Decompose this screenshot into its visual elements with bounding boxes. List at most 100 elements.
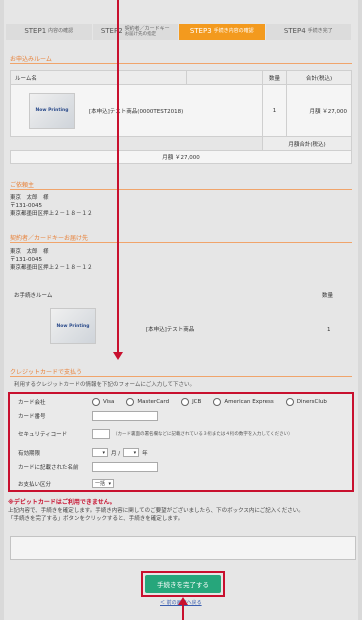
step-2-sub: お届け先の指定 [124,31,157,37]
holder-label: カードに記載された名前 [18,465,79,471]
card-option-label: Visa [103,399,115,405]
credit-section-title: クレジットカードで支払う [10,369,83,376]
step-1-label: 内容の確認 [48,28,74,35]
delivery-zip: 〒131-0045 [10,257,42,263]
delivery-item-qty: 1 [327,327,331,333]
card-option-diners[interactable]: DinersClub [285,398,327,406]
customer-address-block: 東京 太郎 様 〒131-0045 東京都墨田区押上２－１８－１２ [10,194,93,218]
confirm-text-1: 上記内容で、手続きを確定します。手続き内容に関してのご要望がございましたら、下の… [8,508,304,514]
card-company-options: Visa MasterCard JCB American Express Din… [92,398,335,406]
card-number-input[interactable] [92,411,158,421]
item-price: 月額 ￥27,000 [286,84,352,137]
payment-value: 一括 [95,481,106,487]
confirm-text: 上記内容で、手続きを確定します。手続き内容に関してのご要望がございましたら、下の… [8,507,348,523]
security-code-label: セキュリティコード [18,432,68,438]
item-cell: Now Printing [本申込]テスト商品(0000TEST2018) [10,84,263,137]
col-qty: 数量 [262,70,287,85]
customer-zip: 〒131-0045 [10,203,42,209]
col-room: ルーム名 [10,70,187,85]
security-code-input[interactable] [92,429,110,439]
step-4: STEP4 手続き完了 [265,24,351,40]
request-textarea[interactable] [10,536,356,560]
payment-label: お支払い区分 [18,481,52,488]
monthly-total-header: 月額合計(税込) [262,136,352,151]
card-option-label: MasterCard [137,399,170,405]
monthly-total: 月額 ￥27,000 [10,150,352,164]
arrow-up-head [178,597,188,605]
divider [10,63,352,64]
card-option-label: JCB [192,399,202,405]
customer-name: 東京 太郎 様 [10,195,49,201]
delivery-address-block: 東京 太郎 様 〒131-0045 東京都墨田区押上２－１８－１２ [10,248,93,272]
step-3: STEP3 手続き内容の確認 [179,24,265,40]
payment-row: お支払い区分 一括 ▾ [10,479,352,488]
radio-icon[interactable] [126,398,135,406]
expiry-label: 有効期限 [18,450,41,457]
room-header: お手続きルーム [14,293,53,299]
chevron-down-icon: ▾ [108,480,111,487]
item-name: [本申込]テスト商品(0000TEST2018) [89,108,184,115]
card-option-visa[interactable]: Visa [92,398,114,406]
payment-select[interactable]: 一括 ▾ [92,479,114,488]
divider [10,189,352,190]
delivery-section-title: 契約者／カードキーお届け先 [10,235,89,242]
step-progress: STEP1 内容の確認 STEP2 契約者／カードキー お届け先の指定 STEP3 手続… [6,24,352,40]
product-image-label: Now Printing [35,108,69,113]
card-number-label: カード番号 [18,414,46,420]
chevron-down-icon: ▾ [102,449,105,456]
order-table: ルーム名 数量 合計(税込) Now Printing [本申込]テスト商品(0… [10,70,352,164]
submit-highlight: 手続きを完了する [141,571,225,597]
expiry-row: 有効期限 ▾ 月 / ▾ 年 [10,448,352,457]
product-image: Now Printing [29,92,75,129]
delivery-name: 東京 太郎 様 [10,249,49,255]
confirm-text-2: 「手続きを完了する」ボタンをクリックすると、手続きを確定します。 [8,516,184,522]
expiry-month-sep: 月 / [111,450,121,457]
holder-row: カードに記載された名前 [10,462,352,472]
radio-icon[interactable] [92,398,100,406]
debit-note: ※デビットカードはご利用できません。 [8,499,116,506]
radio-icon[interactable] [181,398,190,406]
item-qty: 1 [262,84,287,137]
security-code-help: （カード裏面の署名欄などに記載されている３桁または４桁の数字を入力してください） [113,432,293,437]
delivery-product-image: Now Printing [50,308,96,344]
arrow-down-line [117,0,119,352]
card-company-row: カード会社 Visa MasterCard JCB American Expre… [10,398,352,406]
expiry-year-sep: 年 [142,450,148,457]
delivery-item-name: [本申込]テスト商品 [146,327,195,333]
card-option-label: American Express [224,399,274,405]
divider [10,242,352,243]
step-4-label: 手続き完了 [307,28,333,35]
step-1-num: STEP1 [24,27,47,36]
customer-section-title: ご依頼主 [10,182,35,189]
step-1: STEP1 内容の確認 [6,24,92,40]
credit-card-form: カード会社 Visa MasterCard JCB American Expre… [8,392,354,492]
card-option-jcb[interactable]: JCB [181,398,201,406]
holder-input[interactable] [92,462,158,472]
radio-icon[interactable] [213,398,222,406]
qty-header: 数量 [322,293,334,299]
card-option-amex[interactable]: American Express [213,398,274,406]
card-company-label: カード会社 [18,400,46,406]
step-3-num: STEP3 [189,27,212,36]
chevron-down-icon: ▾ [133,449,137,456]
col-blank [186,70,263,85]
expiry-month-select[interactable]: ▾ [92,448,108,457]
divider [10,376,352,377]
card-option-label: DinersClub [296,399,327,405]
step-3-label: 手続き内容の確認 [213,28,254,35]
expiry-year-select[interactable]: ▾ [123,448,140,457]
delivery-image-label: Now Printing [56,323,90,329]
credit-instruction: 利用するクレジットカードの情報を下記のフォームにご入力して下さい。 [14,382,196,388]
step-2-num: STEP2 [100,27,123,36]
step-4-num: STEP4 [283,27,306,36]
card-number-row: カード番号 [10,411,352,421]
arrow-down-head [113,352,123,360]
step-2: STEP2 契約者／カードキー お届け先の指定 [92,24,178,40]
col-total: 合計(税込) [286,70,352,85]
arrow-up-line [182,604,184,620]
step-2-label: 契約者／カードキー [124,25,170,32]
delivery-address: 東京都墨田区押上２－１８－１２ [10,265,93,271]
card-option-mastercard[interactable]: MasterCard [126,398,169,406]
complete-button[interactable]: 手続きを完了する [145,575,221,593]
radio-icon[interactable] [285,398,294,406]
